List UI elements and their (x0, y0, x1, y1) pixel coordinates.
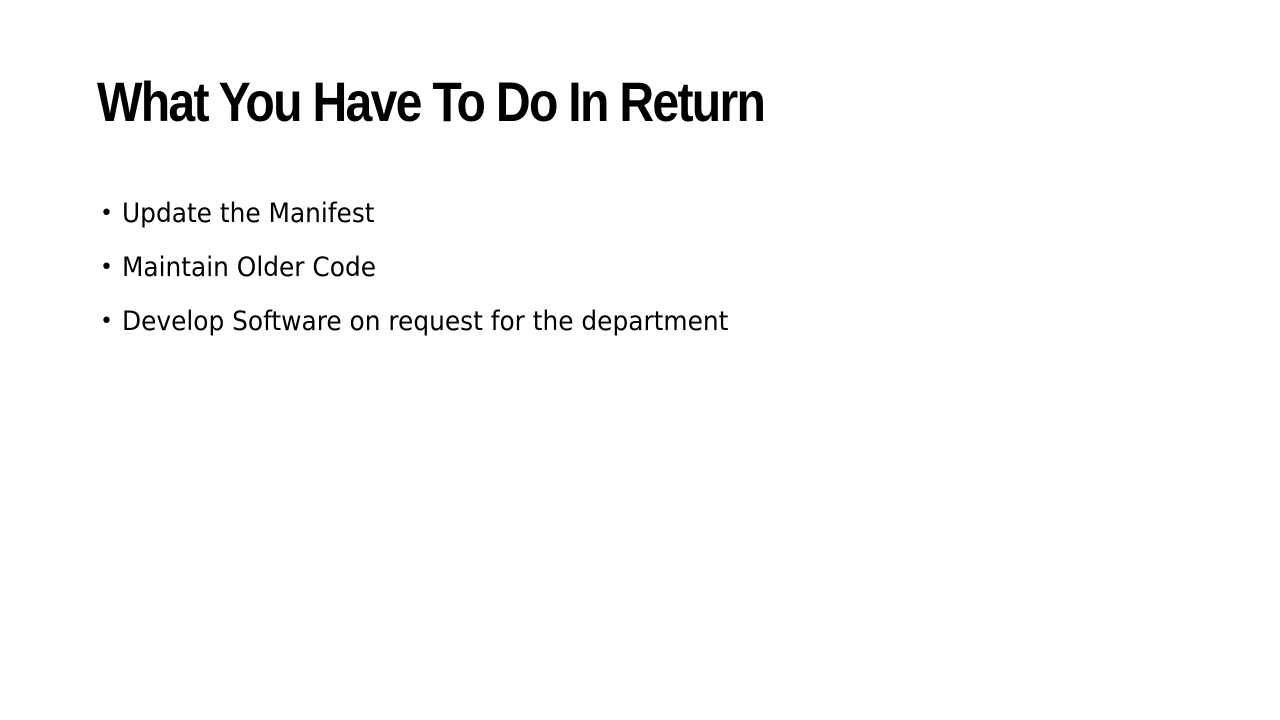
bullet-marker: • (100, 255, 113, 280)
bullet-marker: • (100, 201, 113, 226)
slide: What You Have To Do In Return • Update t… (0, 0, 1280, 720)
bullet-text: Develop Software on request for the depa… (122, 306, 729, 337)
bullet-marker: • (100, 309, 113, 334)
slide-title: What You Have To Do In Return (97, 70, 766, 133)
bullet-text: Update the Manifest (122, 198, 375, 229)
bullet-text: Maintain Older Code (122, 252, 377, 283)
